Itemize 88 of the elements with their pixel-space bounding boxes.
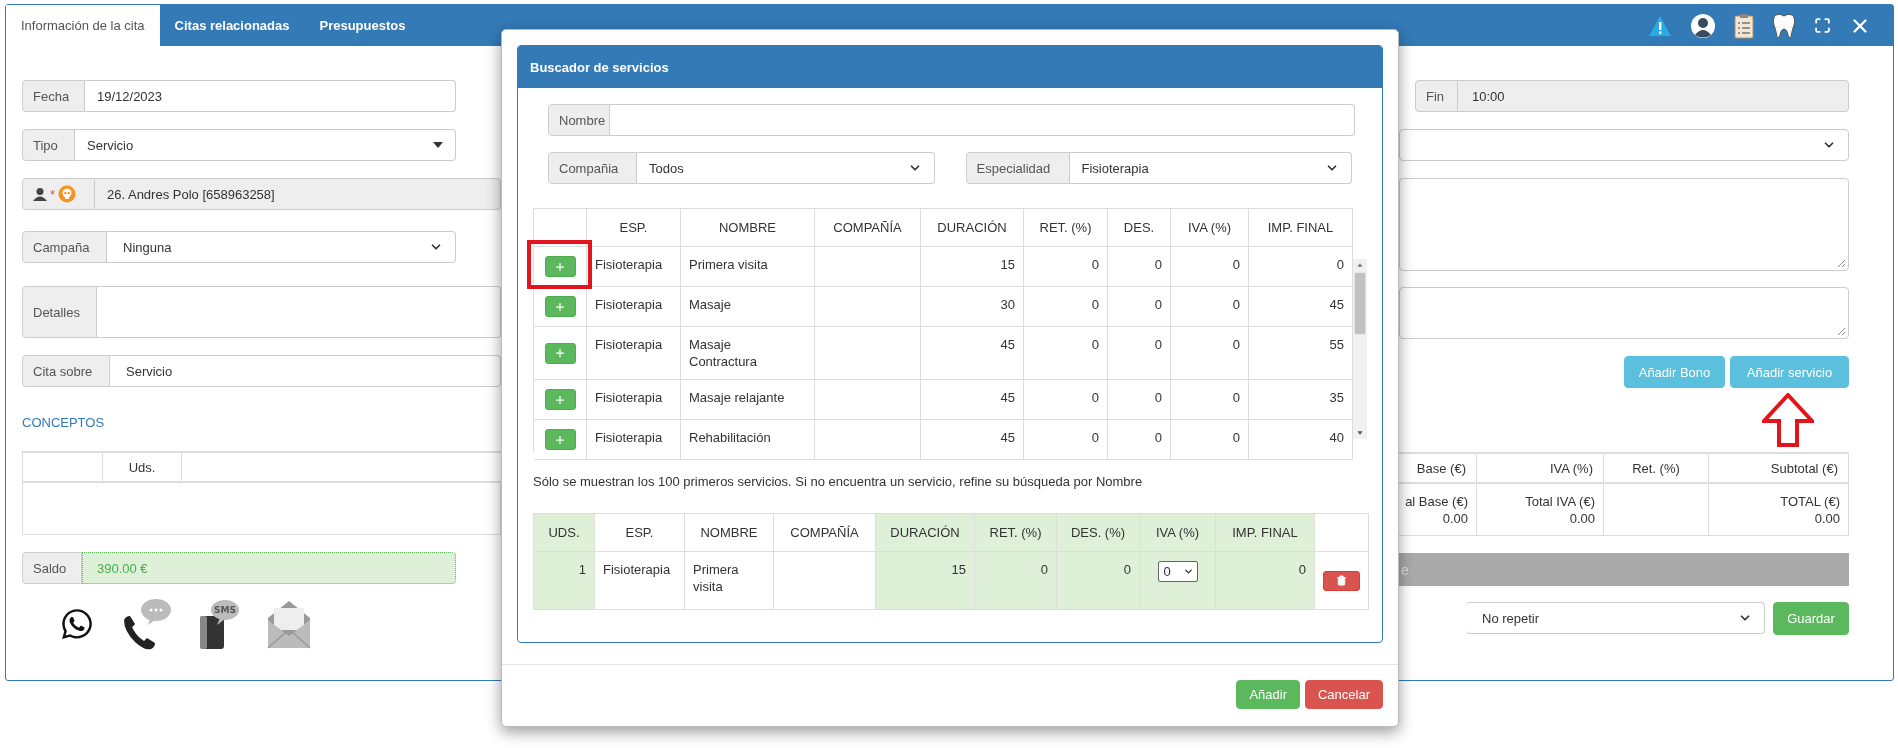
required-mark: * — [50, 186, 56, 202]
vat-select[interactable]: 0 — [1157, 561, 1198, 582]
tab[interactable]: Presupuestos — [304, 5, 421, 46]
table-cell: Fisioterapia — [595, 552, 685, 610]
column-header: NOMBRE — [685, 514, 774, 552]
total-cell: TOTAL (€) 0.00 — [1709, 484, 1849, 536]
column-header: RET. (%) — [975, 514, 1057, 552]
table-cell: 0 — [1108, 420, 1171, 460]
table-cell: 30 — [921, 287, 1024, 327]
table-cell: 0 — [1024, 327, 1108, 380]
column-header: Uds. — [103, 452, 182, 483]
column-header: NOMBRE — [681, 209, 815, 247]
repeat-select[interactable]: No repetir — [1466, 602, 1765, 634]
table-cell: 15 — [921, 247, 1024, 287]
column-header: DES. (%) — [1057, 514, 1140, 552]
table-cell: Fisioterapia — [587, 327, 681, 380]
patient-field[interactable]: 26. Andres Polo [658963258] — [95, 178, 501, 210]
field-label: Fin — [1415, 80, 1458, 112]
section-title: CONCEPTOS — [22, 414, 106, 432]
specialty-select[interactable]: Fisioterapia — [1069, 152, 1352, 184]
column-header: RET. (%) — [1024, 209, 1108, 247]
table-cell: Rehabilitación — [681, 420, 815, 460]
table-cell: 0 — [1057, 552, 1140, 610]
field-label: Tipo — [22, 129, 75, 161]
field-label: Nombre — [548, 104, 610, 136]
table-cell: Primera visita — [681, 247, 815, 287]
table-cell: 15 — [876, 552, 975, 610]
column-header: Ret. (%) — [1604, 453, 1709, 484]
field-label: Especialidad — [965, 152, 1070, 184]
table-cell: 0 — [1171, 420, 1249, 460]
cancel-button[interactable]: Cancelar — [1304, 680, 1383, 709]
total-cell: Total IVA (€) 0.00 — [1477, 484, 1604, 536]
column-header: DES. — [1108, 209, 1171, 247]
balance-field: 390.00 € — [82, 552, 456, 584]
table-cell: Masaje — [681, 287, 815, 327]
type-select[interactable]: Servicio — [75, 129, 456, 161]
table-cell: 0 — [1171, 247, 1249, 287]
end-time-field: 10:00 — [1458, 80, 1849, 112]
tab[interactable]: Información de la cita — [6, 5, 160, 46]
table-cell: 0 — [975, 552, 1057, 610]
field-label: Detalles — [22, 286, 97, 338]
table-cell: Masaje Contractura — [681, 327, 815, 380]
table-cell: 0 — [1171, 380, 1249, 420]
date-field[interactable]: 19/12/2023 — [85, 80, 456, 112]
table-cell: 0 — [1024, 287, 1108, 327]
tab[interactable]: Citas relacionadas — [159, 5, 305, 46]
column-header: IVA (%) — [1171, 209, 1249, 247]
table-cell: Fisioterapia — [587, 380, 681, 420]
column-header: IVA (%) — [1477, 453, 1604, 484]
info-text: Sólo se muestran los 100 primeros servicios. Si no encuentra un servicio, refine su búsqueda por Nombre — [533, 474, 1144, 489]
table-cell: 0 — [1024, 247, 1108, 287]
field-label: Saldo — [22, 552, 82, 584]
table-cell: 45 — [921, 327, 1024, 380]
column-header: ESP. — [595, 514, 685, 552]
table-cell: 0 — [1108, 327, 1171, 380]
field-label: Compañia — [548, 152, 637, 184]
column-header: IVA (%) — [1140, 514, 1216, 552]
table-cell: 0 — [1024, 420, 1108, 460]
table-cell: Primera visita — [685, 552, 774, 610]
table-cell: 0 — [1171, 287, 1249, 327]
column-header: COMPAÑÍA — [815, 209, 921, 247]
table-cell: Fisioterapia — [587, 247, 681, 287]
table-cell: 0 — [1216, 552, 1315, 610]
column-header: IMP. FINAL — [1216, 514, 1315, 552]
appointment-about-field[interactable]: Servicio — [110, 355, 501, 387]
table-cell: 45 — [921, 420, 1024, 460]
field-label: Campaña — [22, 231, 107, 263]
company-select[interactable]: Todos — [637, 152, 935, 184]
table-cell: 0 — [1108, 287, 1171, 327]
table-cell: Masaje relajante — [681, 380, 815, 420]
column-header: IMP. FINAL — [1249, 209, 1353, 247]
table-cell: 0 — [1024, 380, 1108, 420]
table-cell: 1 — [534, 552, 595, 610]
table-cell: 45 — [921, 380, 1024, 420]
table-cell: Fisioterapia — [587, 287, 681, 327]
table-cell: 0 — [1108, 247, 1171, 287]
campaign-select[interactable]: Ninguna — [107, 231, 456, 263]
table-cell: Fisioterapia — [587, 420, 681, 460]
column-header: UDS. — [534, 514, 595, 552]
column-header: DURACIÓN — [876, 514, 975, 552]
table-cell: 0 — [1171, 327, 1249, 380]
column-header: Subtotal (€) — [1709, 453, 1849, 484]
panel-title: Buscador de servicios — [518, 46, 1382, 88]
column-header: ESP. — [587, 209, 681, 247]
column-header: DURACIÓN — [921, 209, 1024, 247]
field-label: Fecha — [22, 80, 85, 112]
field-label: Cita sobre — [22, 355, 110, 387]
table-cell: 0 — [1108, 380, 1171, 420]
